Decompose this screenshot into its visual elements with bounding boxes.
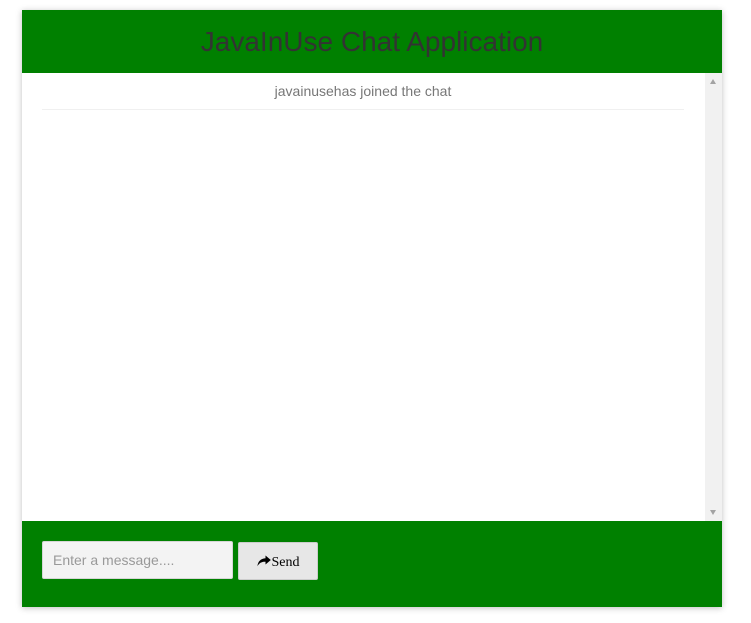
- scroll-down-arrow-icon[interactable]: [710, 510, 716, 515]
- scroll-up-arrow-icon[interactable]: [710, 79, 716, 84]
- vertical-scrollbar[interactable]: [705, 73, 722, 521]
- chat-title: JavaInUse Chat Application: [200, 25, 544, 57]
- share-arrow-icon: [256, 555, 271, 566]
- message-input[interactable]: [42, 541, 233, 579]
- chat-page: JavaInUse Chat Application javainusehas …: [22, 10, 722, 607]
- message-form: Send: [22, 521, 722, 607]
- send-button[interactable]: Send: [238, 542, 318, 580]
- event-message: javainusehas joined the chat: [42, 73, 684, 110]
- chat-header: JavaInUse Chat Application: [22, 10, 722, 73]
- message-list: javainusehas joined the chat: [42, 73, 684, 110]
- message-area[interactable]: javainusehas joined the chat: [22, 73, 722, 521]
- send-label: Send: [271, 554, 300, 570]
